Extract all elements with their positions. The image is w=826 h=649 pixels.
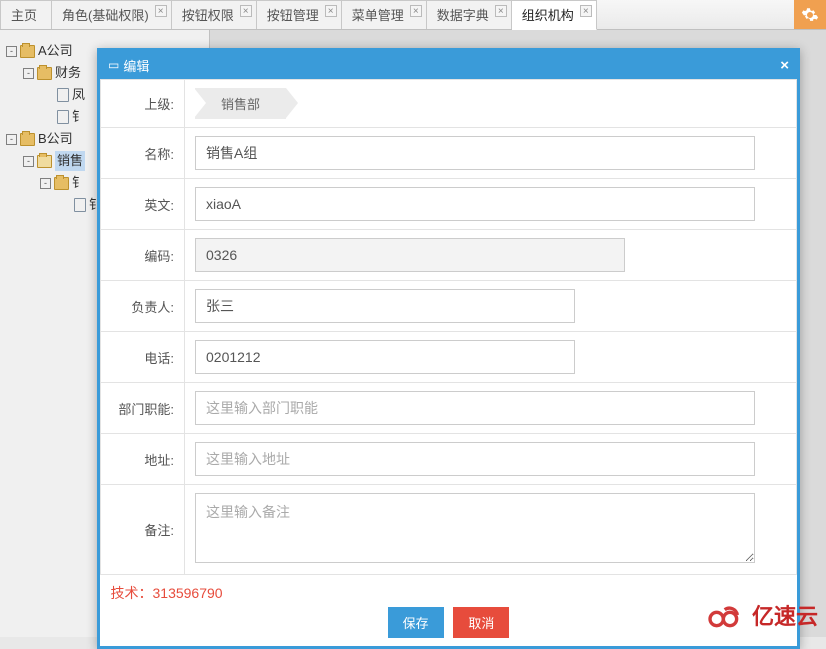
label-phone: 电话: [101, 332, 185, 383]
tab-label: 组织机构 [522, 8, 574, 23]
watermark: 亿速云 [706, 599, 818, 631]
window-icon: ▭ [108, 58, 119, 72]
english-input[interactable] [195, 187, 755, 221]
phone-input[interactable] [195, 340, 575, 374]
label-remark: 备注: [101, 485, 185, 575]
tab-bar: 主页 角色(基础权限) × 按钮权限 × 按钮管理 × 菜单管理 × 数据字典 × 组织机… [0, 0, 826, 30]
tech-label: 技术： [111, 585, 153, 601]
tab-label: 主页 [11, 8, 37, 23]
watermark-text: 亿速云 [752, 599, 818, 631]
tab-label: 数据字典 [437, 8, 489, 23]
label-code: 编码: [101, 230, 185, 281]
gear-icon [801, 6, 819, 24]
label-parent: 上级: [101, 80, 185, 128]
code-input[interactable] [195, 238, 625, 272]
tab-roles[interactable]: 角色(基础权限) × [52, 0, 172, 29]
tab-menu-mgmt[interactable]: 菜单管理 × [342, 0, 427, 29]
tab-button-mgmt[interactable]: 按钮管理 × [257, 0, 342, 29]
label-address: 地址: [101, 434, 185, 485]
settings-button[interactable] [794, 0, 826, 29]
tab-label: 按钮管理 [267, 8, 319, 23]
tab-home[interactable]: 主页 [0, 0, 52, 29]
label-duty: 部门职能: [101, 383, 185, 434]
cancel-button[interactable]: 取消 [453, 607, 509, 638]
duty-input[interactable] [195, 391, 755, 425]
remark-textarea[interactable] [195, 493, 755, 563]
dialog-close-button[interactable]: × [780, 57, 789, 74]
close-icon[interactable]: × [155, 5, 167, 17]
edit-form: 上级: 销售部 名称: 英文: 编码: 负责人: 电话: [100, 79, 797, 646]
label-name: 名称: [101, 128, 185, 179]
tech-info: 技术：313596790 [111, 583, 787, 603]
close-icon[interactable]: × [325, 5, 337, 17]
label-owner: 负责人: [101, 281, 185, 332]
tech-value: 313596790 [153, 585, 223, 601]
close-icon[interactable]: × [240, 5, 252, 17]
tab-org[interactable]: 组织机构 × [512, 0, 597, 30]
parent-breadcrumb[interactable]: 销售部 [195, 88, 286, 119]
close-icon[interactable]: × [580, 5, 592, 17]
tab-label: 角色(基础权限) [62, 8, 149, 23]
tab-button-perm[interactable]: 按钮权限 × [172, 0, 257, 29]
save-button[interactable]: 保存 [388, 607, 444, 638]
address-input[interactable] [195, 442, 755, 476]
logo-icon [706, 601, 746, 629]
owner-input[interactable] [195, 289, 575, 323]
dialog-header[interactable]: ▭ 编辑 × [100, 51, 797, 79]
tab-label: 菜单管理 [352, 8, 404, 23]
close-icon[interactable]: × [495, 5, 507, 17]
tab-label: 按钮权限 [182, 8, 234, 23]
dialog-title: 编辑 [123, 56, 149, 75]
label-english: 英文: [101, 179, 185, 230]
name-input[interactable] [195, 136, 755, 170]
edit-dialog: ▭ 编辑 × 上级: 销售部 名称: 英文: 编码: 负责人: [97, 48, 800, 649]
tab-dict[interactable]: 数据字典 × [427, 0, 512, 29]
close-icon[interactable]: × [410, 5, 422, 17]
